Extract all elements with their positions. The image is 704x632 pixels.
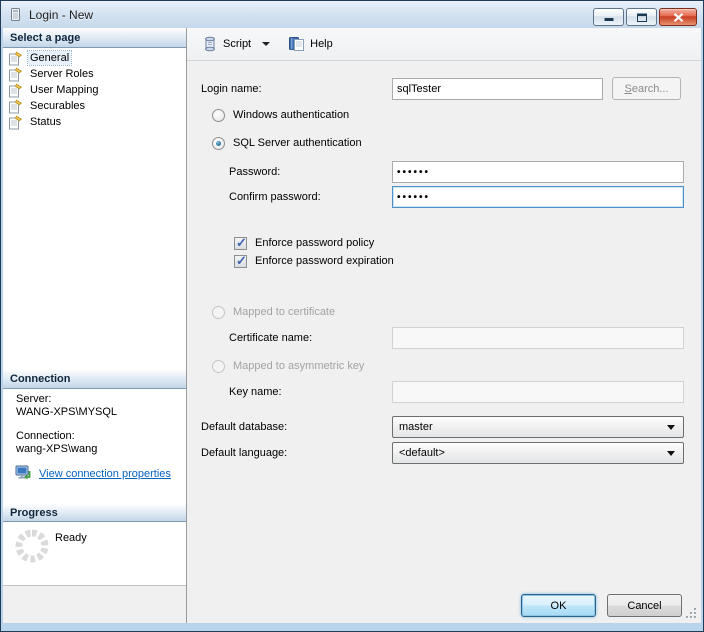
login-new-dialog: Login - New Select a page General Server… — [0, 0, 704, 632]
key-name-input — [392, 381, 684, 403]
login-name-label: Login name: — [201, 83, 262, 95]
close-button[interactable] — [659, 8, 697, 26]
sidebar-item-securables[interactable]: Securables — [3, 98, 186, 114]
sidebar-item-status[interactable]: Status — [3, 114, 186, 130]
connection-label: Connection: — [16, 430, 75, 442]
key-name-label: Key name: — [229, 386, 282, 398]
sidebar-item-label: Server Roles — [30, 68, 94, 80]
resize-grip[interactable] — [685, 607, 698, 620]
sidebar-item-label: Securables — [30, 100, 86, 112]
default-database-label: Default database: — [201, 421, 288, 433]
mapped-certificate-option: Mapped to certificate — [212, 304, 335, 320]
page-icon — [9, 115, 23, 129]
page-tree: General Server Roles User Mapping Secura… — [3, 48, 186, 370]
default-language-label: Default language: — [201, 447, 288, 459]
enforce-expiration-label: Enforce password expiration — [255, 255, 394, 267]
search-button-label: Search... — [624, 82, 669, 95]
page-icon — [9, 51, 23, 65]
help-label: Help — [310, 38, 333, 50]
select-a-page-header: Select a page — [3, 28, 186, 48]
script-icon — [205, 36, 215, 52]
sql-auth-radio[interactable] — [212, 136, 225, 150]
progress-spinner-icon — [15, 529, 49, 563]
view-connection-properties-link[interactable]: View connection properties — [39, 468, 171, 480]
connection-panel: Server: WANG-XPS\MYSQL Connection: wang-… — [3, 389, 186, 504]
sql-auth-label: SQL Server authentication — [233, 137, 362, 149]
confirm-password-label: Confirm password: — [229, 191, 321, 203]
ok-button-label: OK — [550, 599, 567, 612]
certificate-name-input — [392, 327, 684, 349]
mapped-certificate-label: Mapped to certificate — [233, 306, 336, 318]
enforce-policy-label: Enforce password policy — [255, 237, 375, 249]
default-language-select[interactable]: <default> — [392, 442, 684, 464]
enforce-expiration-option[interactable]: Enforce password expiration — [234, 253, 394, 269]
script-label: Script — [223, 38, 252, 50]
dialog-body: Select a page General Server Roles User … — [3, 28, 701, 623]
mapped-certificate-radio — [212, 305, 225, 319]
help-button[interactable]: Help — [281, 32, 340, 56]
sidebar-item-general[interactable]: General — [3, 50, 186, 66]
sidebar-item-user-mapping[interactable]: User Mapping — [3, 82, 186, 98]
script-button[interactable]: Script — [195, 32, 281, 56]
certificate-name-label: Certificate name: — [229, 332, 313, 344]
windows-auth-label: Windows authentication — [233, 109, 350, 121]
enforce-policy-option[interactable]: Enforce password policy — [234, 235, 374, 251]
password-label: Password: — [229, 166, 281, 178]
cancel-button-label: Cancel — [627, 599, 662, 612]
mapped-asymmetric-label: Mapped to asymmetric key — [233, 360, 365, 372]
windows-auth-radio[interactable] — [212, 108, 225, 122]
search-button[interactable]: Search... — [612, 77, 681, 100]
enforce-expiration-checkbox[interactable] — [234, 253, 247, 269]
windows-auth-option[interactable]: Windows authentication — [212, 107, 349, 123]
page-icon — [9, 83, 23, 97]
progress-status: Ready — [55, 532, 87, 544]
sidebar-item-label: General — [26, 50, 73, 66]
sidebar-item-label: Status — [30, 116, 62, 128]
mapped-asymmetric-option: Mapped to asymmetric key — [212, 358, 364, 374]
default-language-value: <default> — [399, 447, 445, 459]
confirm-password-input[interactable] — [392, 186, 684, 208]
default-database-value: master — [399, 421, 433, 433]
main-panel: Script Help Login name: sqlTester Search… — [186, 28, 701, 623]
window-title: Login - New — [29, 7, 94, 22]
maximize-icon — [636, 13, 647, 22]
help-icon — [289, 37, 305, 51]
minimize-button[interactable] — [593, 8, 624, 26]
window-controls — [593, 8, 697, 26]
page-icon — [9, 99, 23, 113]
toolbar: Script Help — [187, 28, 701, 61]
connection-value: wang-XPS\wang — [16, 443, 98, 455]
server-value: WANG-XPS\MYSQL — [16, 406, 118, 418]
sidebar-item-server-roles[interactable]: Server Roles — [3, 66, 186, 82]
password-input[interactable] — [392, 161, 684, 183]
login-name-input[interactable] — [392, 78, 603, 100]
connection-properties-icon — [15, 465, 31, 480]
sql-auth-option[interactable]: SQL Server authentication — [212, 135, 362, 151]
minimize-icon — [604, 17, 613, 21]
progress-header: Progress — [3, 504, 186, 522]
default-database-select[interactable]: master — [392, 416, 684, 438]
connection-header: Connection — [3, 369, 186, 389]
mapped-asymmetric-radio — [212, 359, 225, 373]
server-label: Server: — [16, 393, 52, 405]
cancel-button[interactable]: Cancel — [607, 594, 682, 617]
maximize-button[interactable] — [626, 8, 657, 26]
dialog-icon — [11, 8, 20, 21]
sidebar-item-label: User Mapping — [30, 84, 99, 96]
page-icon — [9, 67, 23, 81]
sidebar: Select a page General Server Roles User … — [3, 28, 186, 623]
close-icon — [673, 12, 683, 22]
progress-panel: Ready — [3, 522, 186, 586]
script-dropdown-icon[interactable] — [262, 42, 271, 46]
enforce-policy-checkbox[interactable] — [234, 235, 247, 251]
ok-button[interactable]: OK — [521, 594, 596, 617]
titlebar[interactable]: Login - New — [1, 1, 703, 28]
